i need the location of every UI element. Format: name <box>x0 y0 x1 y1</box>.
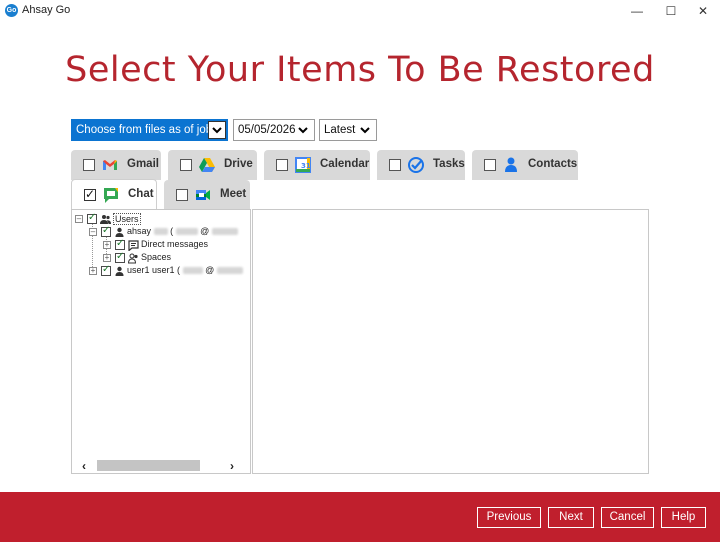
redacted-text <box>153 228 168 236</box>
redacted-text <box>175 228 198 236</box>
version-select[interactable]: Latest <box>319 119 377 141</box>
collapse-icon[interactable]: – <box>89 228 97 236</box>
tab-label: Tasks <box>433 158 465 170</box>
redacted-text <box>182 267 203 275</box>
check-icon: ✓ <box>88 212 97 223</box>
title-bar: Go Ahsay Go — ☐ ✕ <box>0 0 720 22</box>
help-button[interactable]: Help <box>661 507 706 528</box>
direct-messages-checkbox[interactable]: ✓ <box>115 238 125 250</box>
scroll-left-icon[interactable]: ‹ <box>82 459 86 473</box>
users-group-icon <box>100 214 111 225</box>
user-icon <box>114 227 125 238</box>
job-mode-select[interactable]: Choose from files as of job <box>71 119 228 141</box>
check-icon: ✓ <box>102 264 111 275</box>
check-icon: ✓ <box>85 187 96 201</box>
tree-node-direct-messages[interactable]: + ✓ Direct messages <box>103 238 248 252</box>
expand-icon[interactable]: + <box>103 241 111 249</box>
user-icon <box>114 266 125 277</box>
email-at: @ <box>200 226 210 236</box>
tasks-icon <box>407 156 425 174</box>
tree-label: Users <box>113 213 141 225</box>
chevron-down-icon[interactable] <box>208 121 226 139</box>
restore-window: Go Ahsay Go — ☐ ✕ Select Your Items To B… <box>0 0 720 542</box>
tab-label: Chat <box>128 188 154 200</box>
horizontal-scrollbar[interactable]: ‹ › <box>72 458 250 473</box>
tab-label: Meet <box>220 188 247 200</box>
minimize-button[interactable]: — <box>622 0 652 22</box>
tab-meet[interactable]: Meet <box>164 180 250 210</box>
user-checkbox[interactable]: ✓ <box>101 225 111 237</box>
tab-label: Drive <box>224 158 253 170</box>
job-mode-value: Choose from files as of job <box>76 124 213 136</box>
meet-icon <box>194 186 212 204</box>
drive-icon <box>198 156 216 174</box>
redacted-text <box>216 267 243 275</box>
tree-node-spaces[interactable]: + ✓ Spaces <box>103 251 248 265</box>
email-open-paren: ( <box>177 265 181 275</box>
calendar-checkbox[interactable] <box>276 159 288 171</box>
message-icon <box>128 240 139 252</box>
app-logo-icon: Go <box>5 4 18 17</box>
contacts-checkbox[interactable] <box>484 159 496 171</box>
svg-text:31: 31 <box>301 162 311 170</box>
tree-label: ahsay ( @ <box>127 226 238 236</box>
calendar-icon: 31 <box>294 156 312 174</box>
tab-chat[interactable]: ✓ Chat <box>71 179 157 210</box>
next-button[interactable]: Next <box>548 507 594 528</box>
expand-icon[interactable]: + <box>89 267 97 275</box>
user-checkbox[interactable]: ✓ <box>101 264 111 276</box>
redacted-text <box>211 228 238 236</box>
file-list-panel[interactable] <box>252 209 649 474</box>
meet-checkbox[interactable] <box>176 189 188 201</box>
tab-label: Contacts <box>528 158 578 170</box>
maximize-button[interactable]: ☐ <box>656 0 686 22</box>
spaces-checkbox[interactable]: ✓ <box>115 251 125 263</box>
cancel-button[interactable]: Cancel <box>601 507 654 528</box>
tab-calendar[interactable]: 31 Calendar <box>264 150 370 180</box>
check-icon: ✓ <box>116 238 125 249</box>
tree-node-user[interactable]: – ✓ ahsay ( @ <box>89 225 249 239</box>
chevron-down-icon[interactable] <box>294 122 312 138</box>
email-at: @ <box>205 265 215 275</box>
tree-label: Spaces <box>141 252 172 262</box>
scrollbar-thumb[interactable] <box>97 460 200 471</box>
close-button[interactable]: ✕ <box>688 0 718 22</box>
contacts-icon <box>502 156 520 174</box>
tab-label: Gmail <box>127 158 159 170</box>
spaces-group-icon <box>127 253 139 264</box>
scroll-right-icon[interactable]: › <box>230 459 234 473</box>
tree-label: Direct messages <box>141 239 209 249</box>
users-checkbox[interactable]: ✓ <box>87 212 97 224</box>
collapse-icon[interactable]: – <box>75 215 83 223</box>
tree-node-user[interactable]: + ✓ user1 user1 ( @ <box>89 264 249 278</box>
tree-node-users[interactable]: – ✓ Users <box>75 212 245 226</box>
folder-tree-panel[interactable]: – ✓ Users – ✓ ahsay ( @ + ✓ Direct messa… <box>71 209 251 474</box>
tab-gmail[interactable]: Gmail <box>71 150 161 180</box>
chevron-down-icon[interactable] <box>356 122 374 138</box>
user-name: user1 user1 <box>127 265 175 275</box>
email-open-paren: ( <box>170 226 174 236</box>
previous-button[interactable]: Previous <box>477 507 541 528</box>
gmail-icon <box>101 156 119 174</box>
version-value: Latest <box>324 124 356 136</box>
drive-checkbox[interactable] <box>180 159 192 171</box>
app-title: Ahsay Go <box>22 4 71 16</box>
date-value: 05/05/2026 <box>238 124 296 136</box>
tab-label: Calendar <box>320 158 370 170</box>
check-icon: ✓ <box>116 251 125 262</box>
footer-bar: Previous Next Cancel Help <box>0 492 720 542</box>
tab-tasks[interactable]: Tasks <box>377 150 465 180</box>
chat-icon <box>102 186 120 204</box>
tree-label: user1 user1 ( @ <box>127 265 243 275</box>
tab-drive[interactable]: Drive <box>168 150 257 180</box>
check-icon: ✓ <box>102 225 111 236</box>
user-name: ahsay <box>127 226 152 236</box>
tab-contacts[interactable]: Contacts <box>472 150 578 180</box>
expand-icon[interactable]: + <box>103 254 111 262</box>
chat-checkbox[interactable]: ✓ <box>84 187 96 201</box>
tasks-checkbox[interactable] <box>389 159 401 171</box>
page-title: Select Your Items To Be Restored <box>65 50 655 90</box>
date-select[interactable]: 05/05/2026 <box>233 119 315 141</box>
gmail-checkbox[interactable] <box>83 159 95 171</box>
